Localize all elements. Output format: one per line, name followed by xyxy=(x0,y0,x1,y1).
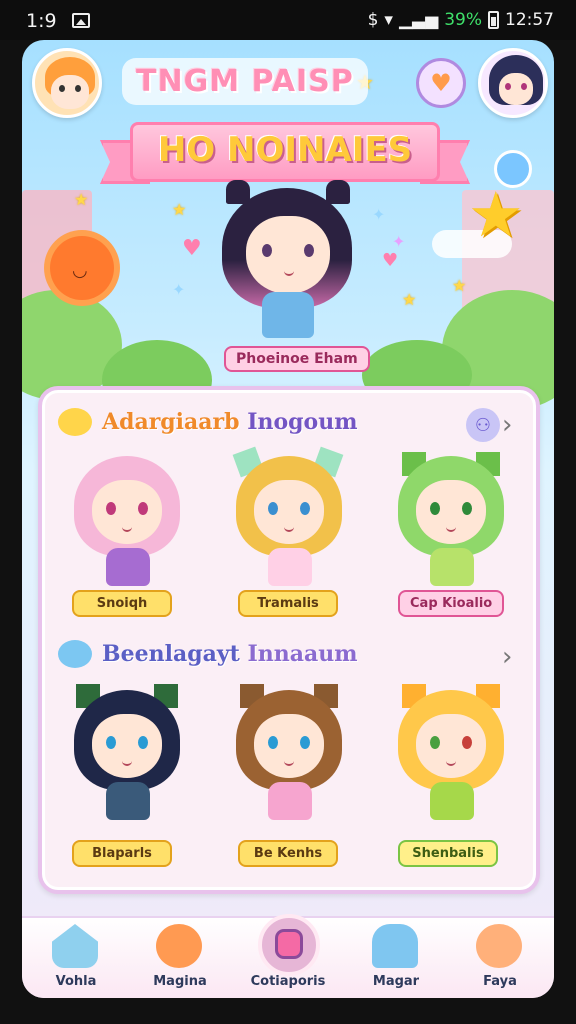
sparkle-decoration: ✦ xyxy=(172,280,186,299)
app-window: ★ ★ ★ ★ ★ ✦ ✦ ✦ ♥ ♥ TNGM PAISP ♥ HO NOIN… xyxy=(22,40,554,998)
nav-item-home[interactable]: Vohla xyxy=(26,918,126,998)
featured-name-tag[interactable]: Phoeinoe Eham xyxy=(224,346,370,372)
dollar-icon: $ xyxy=(367,10,379,30)
status-clock: 12:57 xyxy=(505,10,554,30)
chick-icon xyxy=(58,408,92,436)
battery-icon xyxy=(488,11,499,29)
bear-icon xyxy=(156,924,202,968)
heart-decoration: ♥ xyxy=(182,236,202,261)
battery-percent: 39% xyxy=(444,10,482,30)
favorites-button[interactable]: ♥ xyxy=(416,58,466,108)
sparkle-decoration: ✦ xyxy=(392,232,406,251)
share-icon: ⚇ xyxy=(474,414,492,436)
profile-avatar[interactable] xyxy=(32,48,102,118)
heart-decoration: ♥ xyxy=(382,250,399,271)
character-name-tag[interactable]: Be Kenhs xyxy=(238,840,338,867)
star-mascot-icon[interactable]: ★ xyxy=(468,178,524,251)
status-bar: 1:9 $ ▾ ▁▃▅ 39% 12:57 xyxy=(0,0,576,40)
featured-character[interactable] xyxy=(218,180,358,340)
star-decoration: ★ xyxy=(402,290,417,309)
star-decoration: ★ xyxy=(172,200,187,219)
character-card[interactable] xyxy=(72,684,182,820)
section-title-part1: Beenlagayt xyxy=(102,641,240,667)
character-name-tag[interactable]: Tramalis xyxy=(238,590,338,617)
nav-item-magina[interactable]: Magina xyxy=(130,918,230,998)
sparkle-decoration: ✦ xyxy=(372,205,386,224)
character-card[interactable] xyxy=(232,446,344,586)
chevron-right-icon[interactable]: › xyxy=(502,642,512,672)
section-title-part2: Innaaum xyxy=(247,641,358,667)
character-name-tag[interactable]: Cap Kioalio xyxy=(398,590,505,617)
section-header: Adargiaarb Inogoum xyxy=(58,408,358,436)
heart-icon: ♥ xyxy=(430,69,452,97)
character-name-tag[interactable]: Snoiqh xyxy=(72,590,172,617)
character-collection-card: Adargiaarb Inogoum ⚇ › Snoiqh Tramalis C… xyxy=(38,386,540,894)
character-card[interactable] xyxy=(72,456,182,586)
bird-icon xyxy=(58,640,92,668)
star-decoration: ★ xyxy=(452,276,467,295)
home-icon xyxy=(52,924,98,968)
section-title-part2: Inogoum xyxy=(247,409,358,435)
bottom-navigation: Vohla Magina Cotiaporis Magar Faya xyxy=(22,914,554,998)
section-title-part1: Adargiaarb xyxy=(102,409,240,435)
character-name-tag[interactable]: Blaparls xyxy=(72,840,172,867)
chat-icon xyxy=(372,924,418,968)
creature-icon xyxy=(476,924,522,968)
character-card[interactable] xyxy=(234,684,344,820)
nav-item-faya[interactable]: Faya xyxy=(450,918,550,998)
nav-item-magar[interactable]: Magar xyxy=(346,918,446,998)
star-decoration: ★ xyxy=(74,190,89,209)
status-time: 1:9 xyxy=(26,10,57,32)
friend-avatar[interactable] xyxy=(478,48,548,118)
share-button[interactable]: ⚇ xyxy=(466,408,500,442)
character-name-tag[interactable]: Shenbalis xyxy=(398,840,498,867)
nav-item-center[interactable]: Cotiaporis xyxy=(238,918,338,998)
gesture-bar-area xyxy=(0,998,576,1024)
banner-title: HO NOINAIES xyxy=(157,130,413,170)
signal-icon: ▁▃▅ xyxy=(398,10,439,30)
app-title: TNGM PAISP xyxy=(122,58,368,105)
character-card[interactable] xyxy=(396,452,506,586)
wifi-icon: ▾ xyxy=(384,10,393,30)
character-card[interactable] xyxy=(396,684,506,820)
sun-mascot-icon[interactable] xyxy=(50,236,114,300)
chevron-right-icon[interactable]: › xyxy=(502,410,512,440)
section-header: Beenlagayt Innaaum xyxy=(58,640,358,668)
gallery-notification-icon xyxy=(72,13,90,28)
